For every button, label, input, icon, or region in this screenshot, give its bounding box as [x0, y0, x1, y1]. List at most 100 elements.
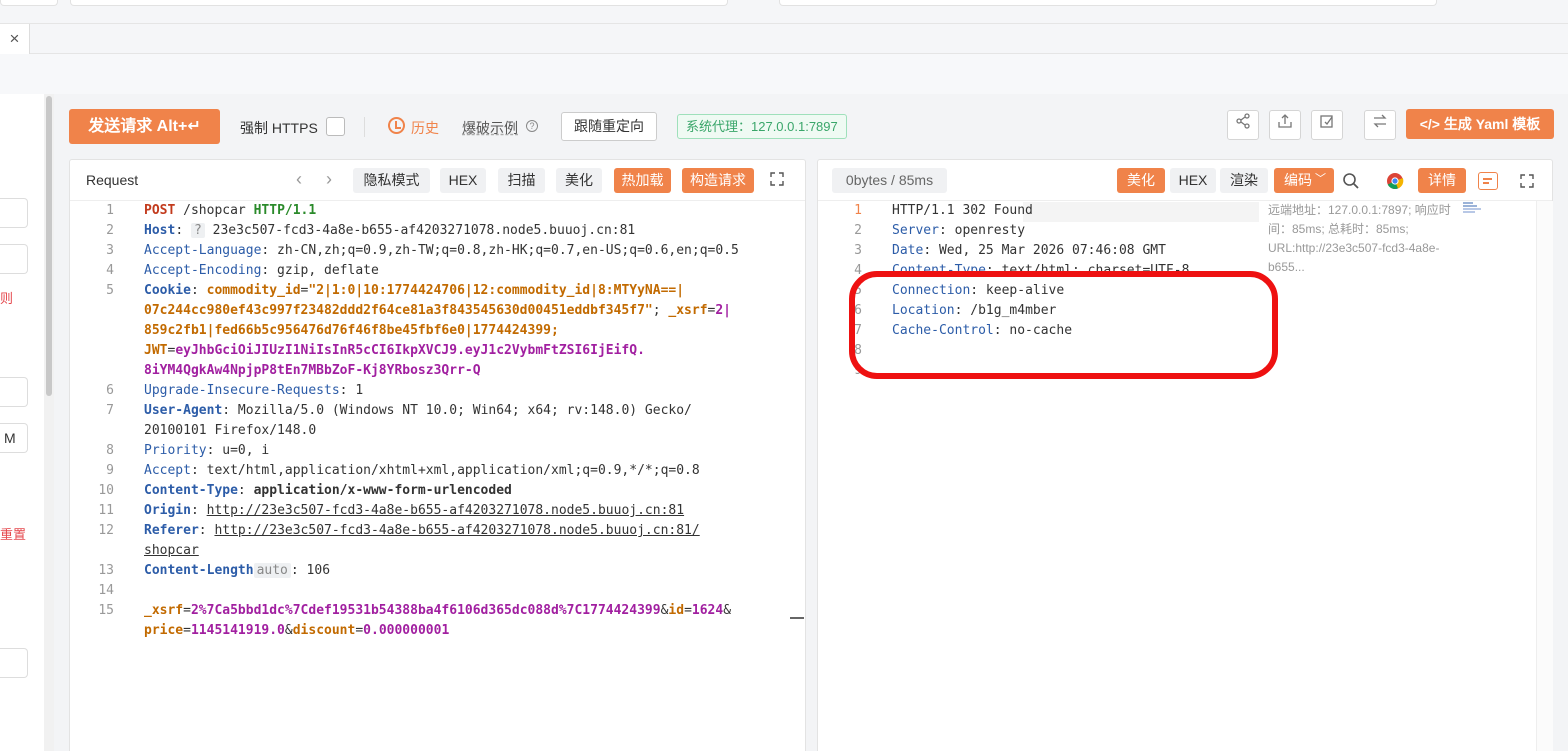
response-scrollbar[interactable]	[1536, 201, 1553, 751]
line-number: 6	[106, 383, 114, 398]
force-https-checkbox[interactable]	[326, 117, 345, 136]
request-panel-header: Request ‹ › 隐私模式 HEX 扫描 美化 热加载 构造请求	[70, 160, 805, 201]
code-line[interactable]: Host: ? 23e3c507-fcd3-4a8e-b655-af420327…	[144, 223, 635, 238]
chrome-icon[interactable]	[1386, 172, 1404, 193]
request-panel: Request ‹ › 隐私模式 HEX 扫描 美化 热加载 构造请求 1234…	[69, 159, 875, 751]
swap-icon[interactable]	[1364, 110, 1396, 140]
code-line[interactable]: Server: openresty	[892, 223, 1025, 238]
line-number: 14	[98, 583, 114, 598]
code-line[interactable]: Accept: text/html,application/xhtml+xml,…	[144, 463, 700, 478]
code-line[interactable]: Cookie: commodity_id="2|1:0|10:177442470…	[144, 283, 684, 298]
beautify-button[interactable]: 美化	[1117, 168, 1165, 193]
line-number: 4	[106, 263, 114, 278]
top-input-ghost[interactable]	[779, 0, 1437, 6]
search-icon[interactable]	[1342, 172, 1360, 193]
reset-link[interactable]: 重置	[0, 524, 26, 543]
code-line[interactable]: _xsrf=2%7Ca5bbd1dc%7Cdef19531b54388ba4f6…	[144, 603, 731, 618]
fuzz-example-link[interactable]: 爆破示例	[462, 118, 518, 138]
code-line[interactable]: 8iYM4QgkAw4NpjpP8tEn7MBbZoF-Kj8YRbosz3Qr…	[144, 363, 481, 378]
hex-button[interactable]: HEX	[440, 168, 486, 193]
tab-close-icon[interactable]: ×	[0, 24, 30, 54]
line-number: 11	[98, 503, 114, 518]
response-side-note: 远端地址：127.0.0.1:7897; 响应时间：85ms; 总耗时：85ms…	[1268, 203, 1451, 274]
line-number: 8	[106, 443, 114, 458]
force-https-label: 强制 HTTPS	[240, 120, 318, 136]
line-number: 3	[854, 243, 862, 258]
line-number: 9	[106, 463, 114, 478]
top-input-ghost[interactable]	[0, 0, 58, 6]
line-number: 15	[98, 603, 114, 618]
response-stats: 0bytes / 85ms	[832, 168, 947, 193]
response-panel-header: 0bytes / 85ms 美化 HEX 渲染 编码 ﹀ 详情	[818, 160, 1552, 201]
left-link[interactable]: 则	[0, 288, 13, 307]
minimap	[1463, 201, 1503, 213]
fullscreen-icon[interactable]	[770, 172, 784, 189]
details-button[interactable]: 详情	[1418, 168, 1466, 193]
privacy-mode-button[interactable]: 隐私模式	[353, 168, 430, 193]
left-scrollbar-thumb[interactable]	[46, 96, 52, 396]
system-proxy-badge[interactable]: 系统代理：127.0.0.1:7897	[677, 114, 847, 139]
comment-icon[interactable]	[1478, 172, 1498, 190]
left-input[interactable]	[0, 648, 28, 678]
top-input-ghost[interactable]	[70, 0, 728, 6]
help-icon[interactable]: ?	[526, 120, 538, 132]
share-icon[interactable]	[1227, 110, 1259, 140]
code-line[interactable]: User-Agent: Mozilla/5.0 (Windows NT 10.0…	[144, 403, 692, 418]
code-line[interactable]: Priority: u=0, i	[144, 443, 269, 458]
send-request-button[interactable]: 发送请求 Alt+↵	[69, 109, 220, 144]
editor-cursor	[790, 617, 804, 619]
edit-icon[interactable]	[1311, 110, 1343, 140]
code-line[interactable]: Upgrade-Insecure-Requests: 1	[144, 383, 363, 398]
encoding-dropdown[interactable]: 编码 ﹀	[1274, 168, 1334, 193]
line-number: 5	[106, 283, 114, 298]
beautify-button[interactable]: 美化	[556, 168, 602, 193]
generate-yaml-button[interactable]: </> 生成 Yaml 模板	[1406, 109, 1554, 139]
red-highlight-annotation	[849, 271, 1278, 379]
code-line[interactable]: Date: Wed, 25 Mar 2026 07:46:08 GMT	[892, 243, 1166, 258]
tab-bar: ×	[0, 24, 1568, 54]
scan-button[interactable]: 扫描	[498, 168, 545, 193]
chevron-down-icon: ﹀	[1315, 173, 1326, 185]
line-number: 7	[106, 403, 114, 418]
render-button[interactable]: 渲染	[1220, 168, 1268, 193]
prev-arrow-icon[interactable]: ‹	[296, 169, 302, 190]
hex-button[interactable]: HEX	[1170, 168, 1216, 193]
spacer	[0, 54, 1568, 94]
left-input[interactable]	[0, 198, 28, 228]
code-line[interactable]: 859c2fb1|fed66b5c956476d76f46f8be45fbf6e…	[144, 323, 559, 338]
code-line[interactable]: Referer: http://23e3c507-fcd3-4a8e-b655-…	[144, 523, 700, 538]
next-arrow-icon[interactable]: ›	[326, 169, 332, 190]
upload-icon[interactable]	[1269, 110, 1301, 140]
line-number: 1	[854, 203, 862, 218]
fullscreen-icon[interactable]	[1520, 174, 1534, 191]
follow-redirect-button[interactable]: 跟随重定向	[561, 112, 657, 141]
code-line[interactable]: 07c244cc980ef43c997f23482ddd2f64ce81a3f8…	[144, 303, 731, 318]
code-line[interactable]: price=1145141919.0&discount=0.000000001	[144, 623, 449, 638]
code-line[interactable]: 20100101 Firefox/148.0	[144, 423, 316, 438]
code-line[interactable]: Content-Type: application/x-www-form-url…	[144, 483, 512, 498]
history-link[interactable]: 历史	[411, 118, 439, 138]
code-line[interactable]: Accept-Encoding: gzip, deflate	[144, 263, 379, 278]
code-line[interactable]: shopcar	[144, 543, 199, 558]
code-line[interactable]: POST /shopcar HTTP/1.1	[144, 203, 316, 218]
line-number: 13	[98, 563, 114, 578]
left-input[interactable]	[0, 377, 28, 407]
line-number: 3	[106, 243, 114, 258]
code-line[interactable]: Content-Length auto: 106	[144, 563, 330, 578]
left-panel: 则 M 重置	[0, 94, 44, 751]
left-input[interactable]	[0, 244, 28, 274]
line-number: 10	[98, 483, 114, 498]
construct-request-button[interactable]: 构造请求	[682, 168, 754, 193]
line-number: 2	[106, 223, 114, 238]
history-icon[interactable]	[388, 117, 405, 134]
code-line[interactable]: JWT=eyJhbGciOiJIUzI1NiIsInR5cCI6IkpXVCJ9…	[144, 343, 645, 358]
code-line[interactable]: Origin: http://23e3c507-fcd3-4a8e-b655-a…	[144, 503, 684, 518]
hot-load-button[interactable]: 热加载	[614, 168, 671, 193]
line-number: 4	[854, 263, 862, 278]
code-line[interactable]: Accept-Language: zh-CN,zh;q=0.9,zh-TW;q=…	[144, 243, 739, 258]
left-input[interactable]: M	[0, 423, 28, 453]
code-line[interactable]: HTTP/1.1 302 Found	[892, 203, 1033, 218]
request-title: Request	[86, 172, 139, 188]
line-number: 12	[98, 523, 114, 538]
line-number: 2	[854, 223, 862, 238]
